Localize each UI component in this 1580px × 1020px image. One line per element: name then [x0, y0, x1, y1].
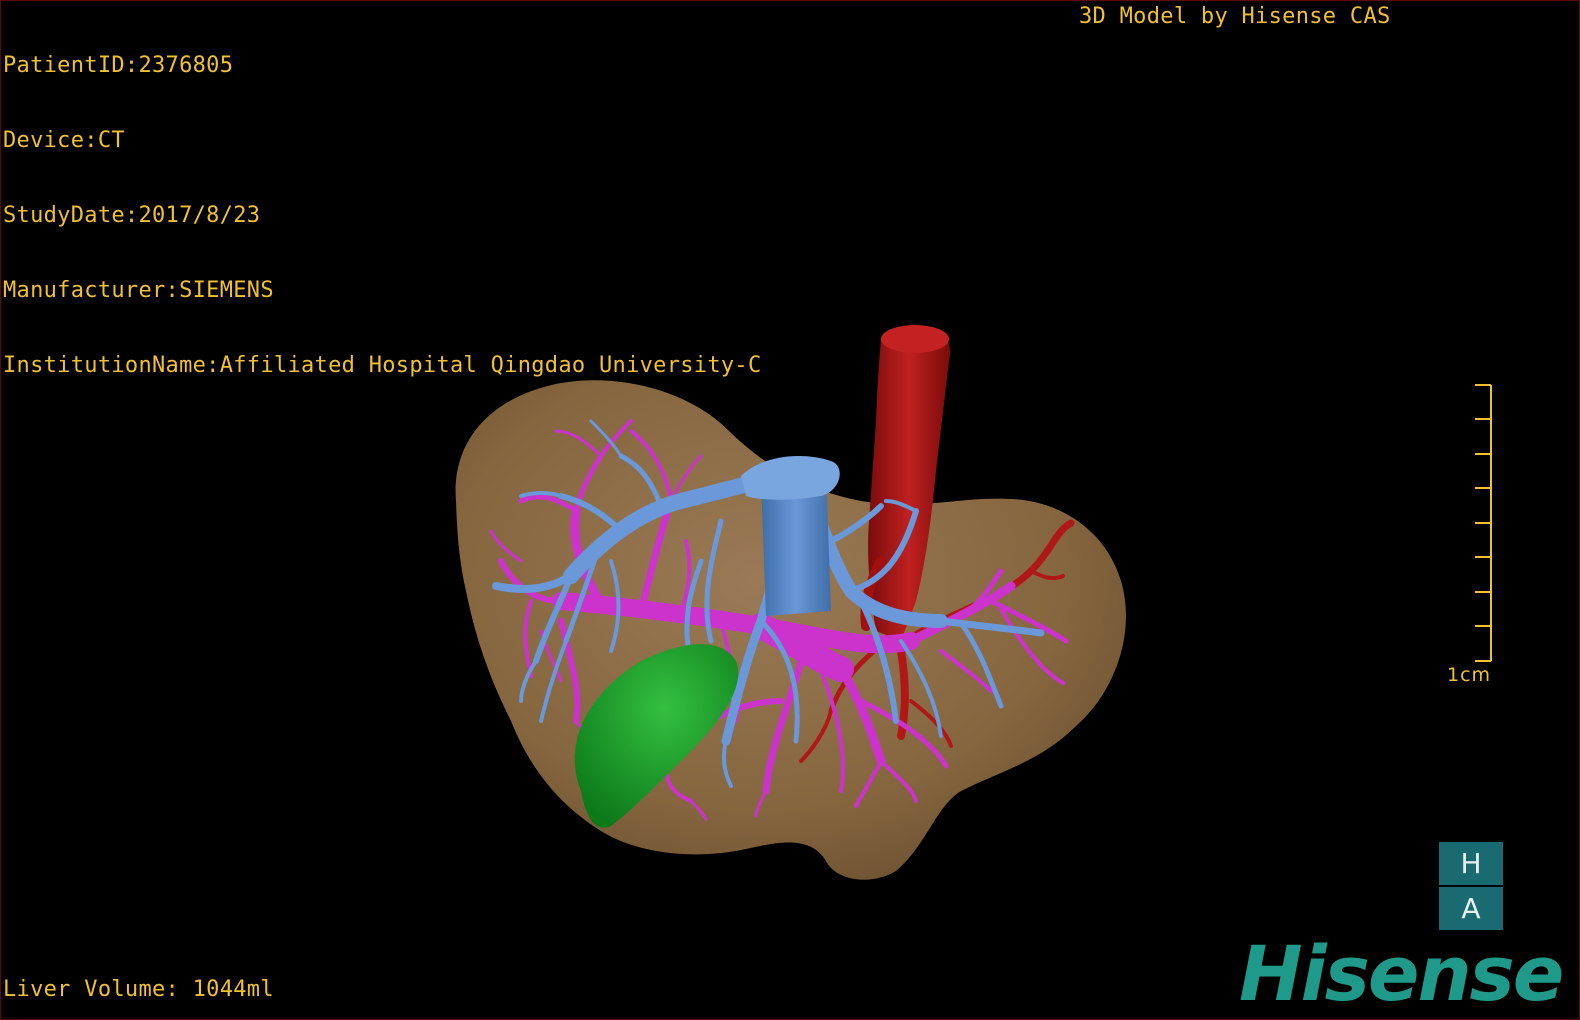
model-credit-text: 3D Model by Hisense CAS: [1079, 4, 1391, 29]
orientation-bottom-label: A: [1439, 887, 1503, 930]
patient-id-text: PatientID:2376805: [3, 53, 234, 78]
ct-3d-viewport[interactable]: PatientID:2376805 Device:CT StudyDate:20…: [0, 0, 1580, 1020]
scale-bar: [1475, 384, 1492, 662]
orientation-indicator: H A: [1439, 842, 1503, 930]
dicom-info-overlay: PatientID:2376805 Device:CT StudyDate:20…: [3, 3, 762, 428]
manufacturer-text: Manufacturer:SIEMENS: [3, 278, 274, 303]
device-text: Device:CT: [3, 128, 125, 153]
scale-bar-label: 1cm: [1447, 664, 1492, 686]
hisense-logo: Hisense: [1239, 929, 1564, 1018]
orientation-top-label: H: [1439, 842, 1503, 885]
liver-volume-text: Liver Volume: 1044ml: [3, 977, 274, 1002]
study-date-text: StudyDate:2017/8/23: [3, 203, 261, 228]
institution-text: InstitutionName:Affiliated Hospital Qing…: [3, 353, 762, 378]
